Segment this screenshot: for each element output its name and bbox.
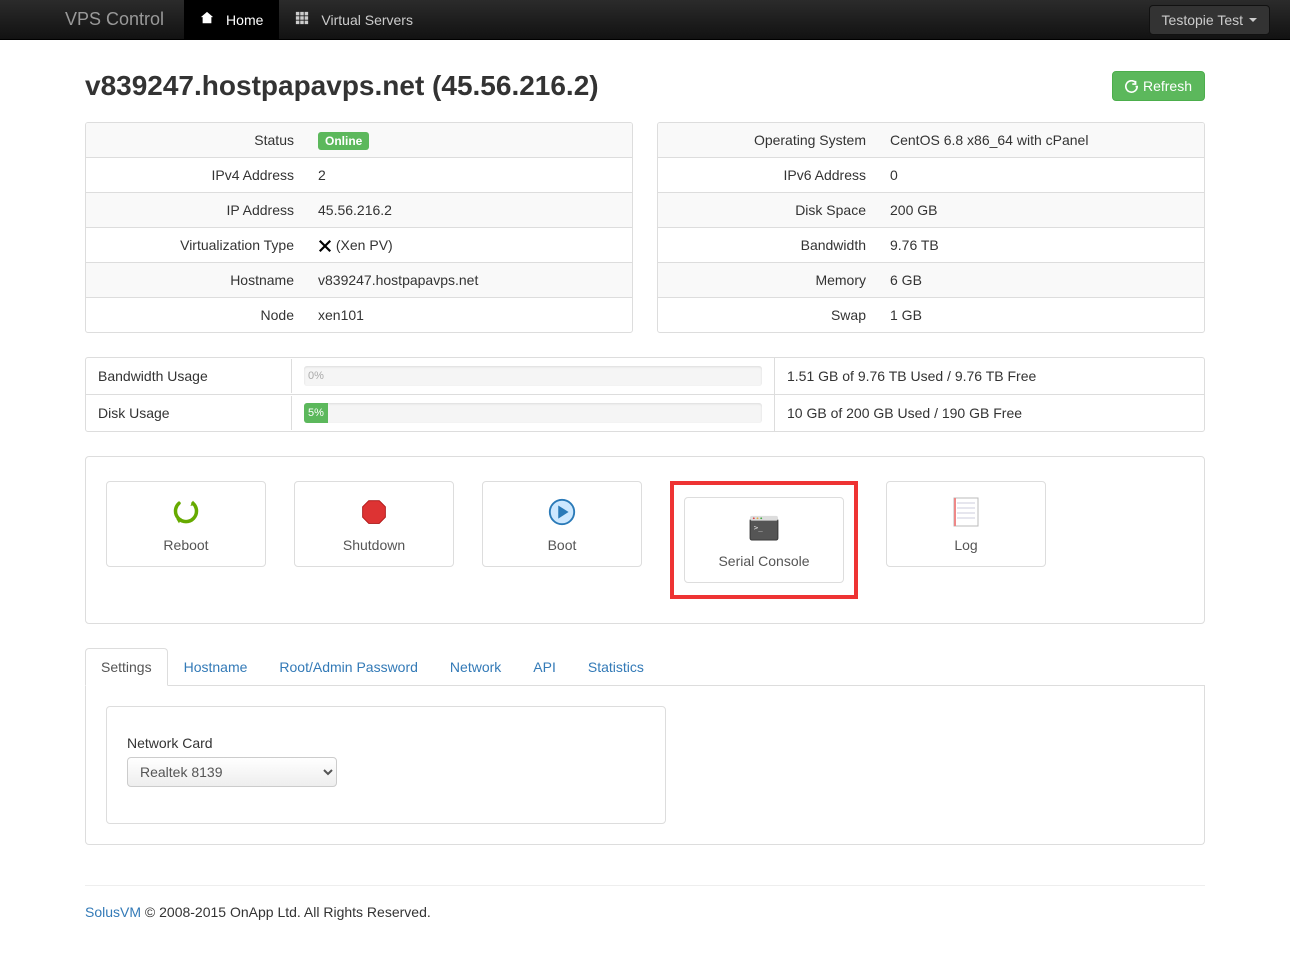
boot-label: Boot xyxy=(548,537,577,553)
refresh-label: Refresh xyxy=(1143,78,1192,94)
xen-icon xyxy=(318,239,332,253)
label-os: Operating System xyxy=(658,123,878,157)
reboot-button[interactable]: Reboot xyxy=(106,481,266,567)
value-ipv6: 0 xyxy=(878,158,1204,192)
value-hostname: v839247.hostpapavps.net xyxy=(306,263,632,297)
usage-table: Bandwidth Usage 0% 1.51 GB of 9.76 TB Us… xyxy=(85,357,1205,432)
label-hostname: Hostname xyxy=(86,263,306,297)
nic-select[interactable]: Realtek 8139 xyxy=(127,757,337,787)
log-label: Log xyxy=(954,537,977,553)
label-ip: IP Address xyxy=(86,193,306,227)
shutdown-label: Shutdown xyxy=(343,537,405,553)
label-ipv6: IPv6 Address xyxy=(658,158,878,192)
label-status: Status xyxy=(86,123,306,157)
disk-progress: 5% xyxy=(304,403,762,423)
footer-brand-link[interactable]: SolusVM xyxy=(85,904,141,920)
label-memory: Memory xyxy=(658,263,878,297)
bw-usage-desc: 1.51 GB of 9.76 TB Used / 9.76 TB Free xyxy=(774,358,1204,394)
svg-text:>_: >_ xyxy=(754,523,763,532)
tab-network[interactable]: Network xyxy=(434,648,517,686)
log-button[interactable]: Log xyxy=(886,481,1046,567)
disk-progress-bar: 5% xyxy=(304,403,328,423)
label-swap: Swap xyxy=(658,298,878,332)
tab-api[interactable]: API xyxy=(517,648,572,686)
tab-settings[interactable]: Settings xyxy=(85,648,168,686)
tabs: Settings Hostname Root/Admin Password Ne… xyxy=(85,648,1205,686)
value-virt: (Xen PV) xyxy=(336,237,393,253)
nic-label: Network Card xyxy=(127,735,645,751)
label-bw-usage: Bandwidth Usage xyxy=(86,358,291,394)
home-icon xyxy=(200,11,220,28)
boot-button[interactable]: Boot xyxy=(482,481,642,567)
footer-text: © 2008-2015 OnApp Ltd. All Rights Reserv… xyxy=(141,904,431,920)
nav-virtual-servers[interactable]: Virtual Servers xyxy=(279,0,429,39)
label-virt: Virtualization Type xyxy=(86,228,306,262)
value-memory: 6 GB xyxy=(878,263,1204,297)
settings-panel: Network Card Realtek 8139 xyxy=(106,706,666,824)
label-bandwidth: Bandwidth xyxy=(658,228,878,262)
value-bandwidth: 9.76 TB xyxy=(878,228,1204,262)
user-menu-button[interactable]: Testopie Test xyxy=(1149,5,1270,35)
serial-console-label: Serial Console xyxy=(718,553,809,569)
value-ipv4: 2 xyxy=(306,158,632,192)
brand-title: VPS Control xyxy=(20,9,184,30)
footer: SolusVM © 2008-2015 OnApp Ltd. All Right… xyxy=(85,885,1205,920)
highlighted-serial-console: >_ Serial Console xyxy=(670,481,858,599)
nav-servers-label: Virtual Servers xyxy=(321,12,413,28)
value-node: xen101 xyxy=(306,298,632,332)
reboot-icon xyxy=(172,495,200,529)
info-table-left: Status Online IPv4 Address2 IP Address45.… xyxy=(85,122,633,333)
chevron-down-icon xyxy=(1249,18,1257,22)
status-badge: Online xyxy=(318,132,369,150)
actions-panel: Reboot Shutdown Boot >_ Serial xyxy=(85,456,1205,624)
terminal-icon: >_ xyxy=(749,511,779,545)
label-node: Node xyxy=(86,298,306,332)
value-ip: 45.56.216.2 xyxy=(306,193,632,227)
label-ipv4: IPv4 Address xyxy=(86,158,306,192)
value-os: CentOS 6.8 x86_64 with cPanel xyxy=(878,123,1204,157)
serial-console-button[interactable]: >_ Serial Console xyxy=(684,497,844,583)
value-diskspace: 200 GB xyxy=(878,193,1204,227)
page-title: v839247.hostpapavps.net (45.56.216.2) xyxy=(85,70,1112,102)
refresh-icon xyxy=(1125,80,1138,93)
boot-icon xyxy=(547,495,577,529)
disk-usage-desc: 10 GB of 200 GB Used / 190 GB Free xyxy=(774,395,1204,431)
nav-home-label: Home xyxy=(226,12,263,28)
user-name: Testopie Test xyxy=(1162,12,1243,28)
tab-hostname[interactable]: Hostname xyxy=(168,648,264,686)
shutdown-button[interactable]: Shutdown xyxy=(294,481,454,567)
log-icon xyxy=(953,495,979,529)
bw-progress-bar: 0% xyxy=(304,366,762,386)
tab-statistics[interactable]: Statistics xyxy=(572,648,660,686)
bw-progress: 0% xyxy=(304,366,762,386)
nav-home[interactable]: Home xyxy=(184,0,279,39)
info-table-right: Operating SystemCentOS 6.8 x86_64 with c… xyxy=(657,122,1205,333)
reboot-label: Reboot xyxy=(163,537,208,553)
label-diskspace: Disk Space xyxy=(658,193,878,227)
grid-icon xyxy=(295,11,315,28)
refresh-button[interactable]: Refresh xyxy=(1112,71,1205,101)
tab-password[interactable]: Root/Admin Password xyxy=(263,648,434,686)
label-disk-usage: Disk Usage xyxy=(86,395,291,431)
tab-content: Network Card Realtek 8139 xyxy=(85,686,1205,845)
value-swap: 1 GB xyxy=(878,298,1204,332)
shutdown-icon xyxy=(360,495,388,529)
top-navbar: VPS Control Home Virtual Servers Testopi… xyxy=(0,0,1290,40)
